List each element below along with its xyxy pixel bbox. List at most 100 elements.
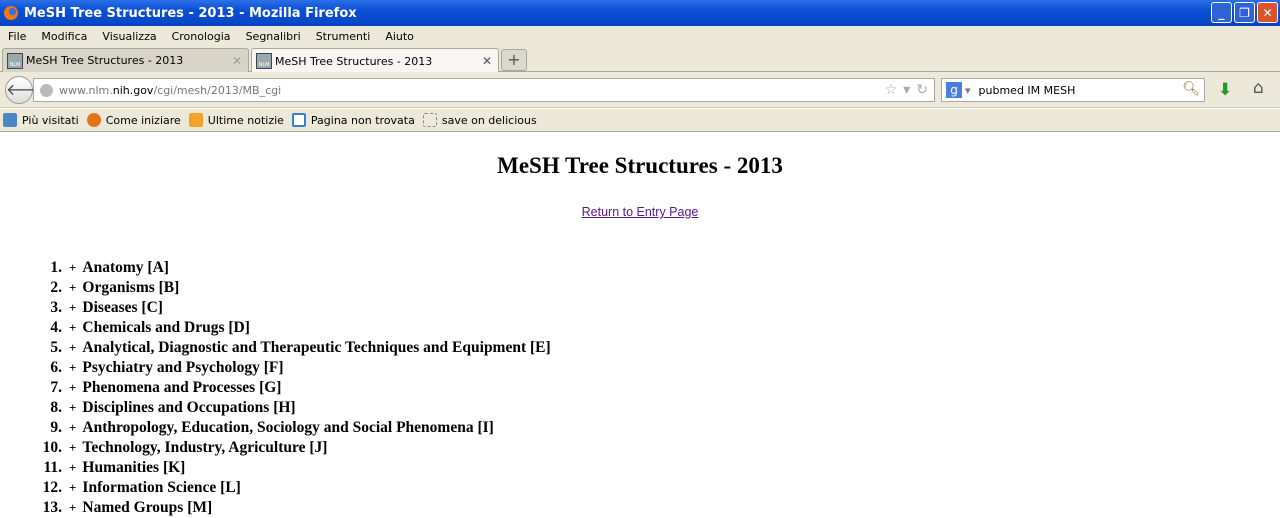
item-number: 12. <box>42 479 62 496</box>
expand-plus-icon[interactable]: + <box>69 438 76 458</box>
back-button[interactable]: 🡐 <box>5 76 49 104</box>
tree-item-label[interactable]: Disciplines and Occupations [H] <box>82 398 295 418</box>
bookmark-ultime-notizie[interactable]: Ultime notizie <box>188 113 284 127</box>
tree-item: 3. + Diseases [C] <box>41 298 1280 318</box>
restore-button[interactable]: ❐ <box>1234 2 1255 23</box>
tree-item: 7. + Phenomena and Processes [G] <box>41 378 1280 398</box>
tree-item-label[interactable]: Humanities [K] <box>82 458 185 478</box>
tree-item-label[interactable]: Information Science [L] <box>82 478 240 498</box>
item-number: 3. <box>50 299 62 316</box>
item-number: 2. <box>50 279 62 296</box>
reload-icon[interactable]: ↻ <box>916 82 928 98</box>
expand-plus-icon[interactable]: + <box>69 418 76 438</box>
expand-plus-icon[interactable]: + <box>69 258 76 278</box>
tab-label: MeSH Tree Structures - 2013 <box>26 54 184 67</box>
tree-item-label[interactable]: Anthropology, Education, Sociology and S… <box>82 418 493 438</box>
expand-plus-icon[interactable]: + <box>69 338 76 358</box>
search-bar[interactable]: g ▾ pubmed IM MESH 🔍︎ <box>941 78 1205 102</box>
home-icon[interactable]: ⌂ <box>1253 78 1264 98</box>
tree-item-label[interactable]: Analytical, Diagnostic and Therapeutic T… <box>82 338 550 358</box>
globe-icon <box>40 83 53 97</box>
download-icon[interactable]: ⬇ <box>1218 80 1232 100</box>
window-title: MeSH Tree Structures - 2013 - Mozilla Fi… <box>24 5 357 21</box>
item-number: 9. <box>50 419 62 436</box>
rss-icon <box>188 113 203 127</box>
title-bar: MeSH Tree Structures - 2013 - Mozilla Fi… <box>0 0 1280 26</box>
tree-item-label[interactable]: Technology, Industry, Agriculture [J] <box>82 438 327 458</box>
tree-item-label[interactable]: Psychiatry and Psychology [F] <box>82 358 283 378</box>
bookmark-label: Pagina non trovata <box>310 113 415 127</box>
tree-item: 10. + Technology, Industry, Agriculture [J… <box>41 438 1280 458</box>
return-to-entry-link[interactable]: Return to Entry Page <box>582 205 699 219</box>
page-content: MeSH Tree Structures - 2013 Return to En… <box>0 133 1280 518</box>
delicious-icon <box>422 113 437 127</box>
tree-item: 5. + Analytical, Diagnostic and Therapeuti… <box>41 338 1280 358</box>
expand-plus-icon[interactable]: + <box>69 458 76 478</box>
url-bar[interactable]: www.nlm. nih.gov/cgi/mesh/2013/MB_cgi ☆ ▾… <box>33 78 935 102</box>
tree-item-label[interactable]: Phenomena and Processes [G] <box>82 378 281 398</box>
expand-plus-icon[interactable]: + <box>69 478 76 498</box>
menu-cronologia[interactable]: Cronologia <box>172 30 231 43</box>
bookmark-save-on-delicious[interactable]: save on delicious <box>422 113 537 127</box>
tab-close-icon[interactable]: ✕ <box>482 54 492 68</box>
expand-plus-icon[interactable]: + <box>69 378 76 398</box>
expand-plus-icon[interactable]: + <box>69 278 76 298</box>
expand-plus-icon[interactable]: + <box>69 398 76 418</box>
url-host: nih.gov <box>112 83 154 97</box>
menu-strumenti[interactable]: Strumenti <box>316 30 371 43</box>
tree-item-label[interactable]: Diseases [C] <box>82 298 163 318</box>
tree-item-label[interactable]: Organisms [B] <box>82 278 179 298</box>
menu-aiuto[interactable]: Aiuto <box>385 30 414 43</box>
item-number: 13. <box>42 499 62 516</box>
tab-2[interactable]: NLM MeSH Tree Structures - 2013 ✕ <box>251 48 499 73</box>
tab-label: MeSH Tree Structures - 2013 <box>275 54 433 68</box>
menu-segnalibri[interactable]: Segnalibri <box>246 30 301 43</box>
bookmarks-bar: Più visitati Come iniziare Ultime notizi… <box>0 109 1280 132</box>
tree-item: 12. + Information Science [L] <box>41 478 1280 498</box>
item-number: 5. <box>50 339 62 356</box>
item-number: 10. <box>42 439 62 456</box>
tab-1[interactable]: NLM MeSH Tree Structures - 2013 ✕ <box>2 48 249 72</box>
tree-item: 11. + Humanities [K] <box>41 458 1280 478</box>
item-number: 6. <box>50 359 62 376</box>
tab-bar: NLM MeSH Tree Structures - 2013 ✕ NLM Me… <box>0 46 1280 73</box>
close-button[interactable]: ✕ <box>1257 2 1278 23</box>
expand-plus-icon[interactable]: + <box>69 298 76 318</box>
bookmark-star-icon[interactable]: ☆ <box>885 82 898 98</box>
tree-list: 1. + Anatomy [A] 2. + Organisms [B] 3. + Disease… <box>0 258 1280 518</box>
nlm-favicon-icon: NLM <box>256 53 272 69</box>
menu-visualizza[interactable]: Visualizza <box>102 30 156 43</box>
menu-bar: File Modifica Visualizza Cronologia Segn… <box>0 26 1280 46</box>
tree-item: 8. + Disciplines and Occupations [H] <box>41 398 1280 418</box>
tree-item-label[interactable]: Anatomy [A] <box>82 258 169 278</box>
menu-file[interactable]: File <box>8 30 26 43</box>
minimize-button[interactable]: _ <box>1211 2 1232 23</box>
bookmark-come-iniziare[interactable]: Come iniziare <box>86 113 181 127</box>
menu-modifica[interactable]: Modifica <box>41 30 87 43</box>
tree-item: 4. + Chemicals and Drugs [D] <box>41 318 1280 338</box>
expand-plus-icon[interactable]: + <box>69 498 76 518</box>
firefox-icon <box>4 6 18 20</box>
expand-plus-icon[interactable]: + <box>69 318 76 338</box>
search-input[interactable]: pubmed IM MESH <box>979 84 1076 97</box>
bookmark-label: Come iniziare <box>105 113 181 127</box>
tab-close-icon[interactable]: ✕ <box>232 54 242 68</box>
tree-item-label[interactable]: Chemicals and Drugs [D] <box>82 318 250 338</box>
expand-plus-icon[interactable]: + <box>69 358 76 378</box>
tree-item: 2. + Organisms [B] <box>41 278 1280 298</box>
tree-item-label[interactable]: Named Groups [M] <box>82 498 212 518</box>
new-tab-button[interactable]: + <box>501 49 527 71</box>
engine-dropdown-icon[interactable]: ▾ <box>965 84 971 97</box>
page-icon <box>291 113 306 127</box>
bookmark-piu-visitati[interactable]: Più visitati <box>3 113 79 127</box>
url-host-prefix: www.nlm. <box>59 83 113 97</box>
history-dropdown-icon[interactable]: ▾ <box>903 82 910 98</box>
page-title: MeSH Tree Structures - 2013 <box>497 153 783 178</box>
search-icon[interactable]: 🔍︎ <box>1182 81 1200 97</box>
tree-item: 6. + Psychiatry and Psychology [F] <box>41 358 1280 378</box>
google-icon[interactable]: g <box>946 82 962 98</box>
item-number: 8. <box>50 399 62 416</box>
most-visited-icon <box>3 113 17 127</box>
tree-item: 9. + Anthropology, Education, Sociology an… <box>41 418 1280 438</box>
bookmark-pagina-non-trovata[interactable]: Pagina non trovata <box>291 113 415 127</box>
